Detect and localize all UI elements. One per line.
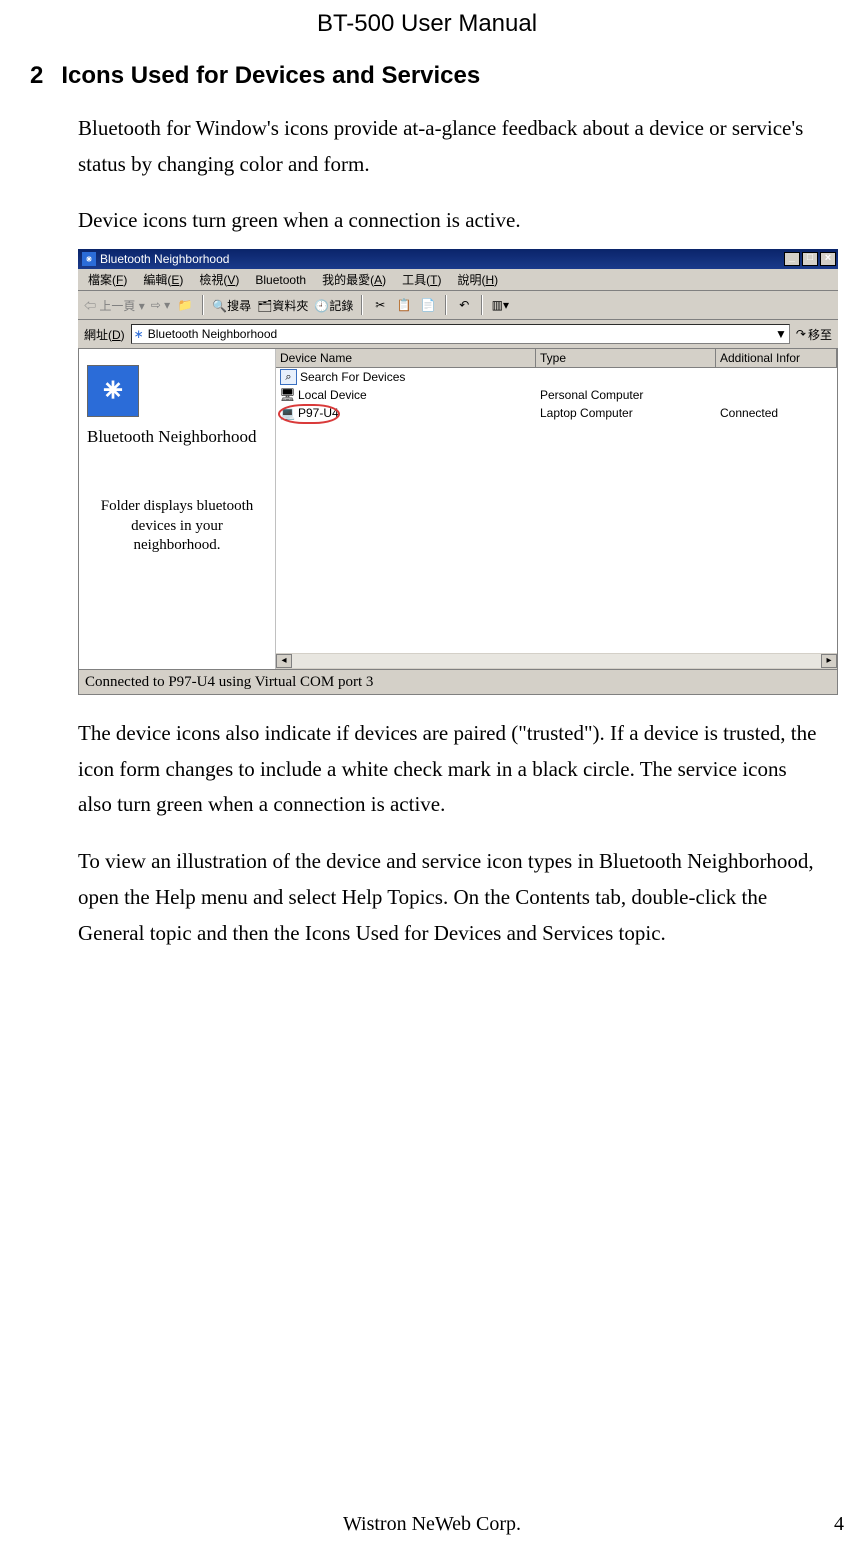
up-folder-icon[interactable]: 📁 [176,296,194,314]
menu-view[interactable]: 檢視(V) [199,271,239,288]
menu-help[interactable]: 說明(H) [457,271,498,288]
column-type[interactable]: Type [536,349,716,367]
column-additional[interactable]: Additional Infor [716,349,837,367]
scroll-left-icon[interactable]: ◂ [276,654,292,668]
paragraph-1: Bluetooth for Window's icons provide at-… [78,111,824,182]
address-value: Bluetooth Neighborhood [148,327,277,341]
footer-company: Wistron NeWeb Corp. [0,1513,864,1536]
menu-favorites[interactable]: 我的最愛(A) [322,271,386,288]
document-title: BT-500 User Manual [30,10,824,38]
paragraph-4: To view an illustration of the device an… [78,844,824,951]
status-bar: Connected to P97-U4 using Virtual COM po… [78,670,838,695]
titlebar[interactable]: ⁕ Bluetooth Neighborhood _ □ × [78,249,838,269]
menu-file[interactable]: 檔案(F) [88,271,127,288]
status-text: Connected to P97-U4 using Virtual COM po… [85,674,373,691]
paste-icon[interactable]: 📄 [419,296,437,314]
side-panel-title: Bluetooth Neighborhood [87,427,267,447]
bluetooth-logo-icon: ⁕ [87,365,139,417]
list-item[interactable]: 🖥Local Device Personal Computer [276,386,837,404]
menu-bluetooth[interactable]: Bluetooth [255,273,306,287]
copy-icon[interactable]: 📋 [395,296,413,314]
paragraph-2: Device icons turn green when a connectio… [78,203,824,239]
search-icon: ⌕ [280,369,297,385]
row-name: Search For Devices [300,370,405,384]
chevron-down-icon[interactable]: ▼ [775,327,787,341]
horizontal-scrollbar[interactable]: ◂ ▸ [276,653,837,669]
screenshot-window: ⁕ Bluetooth Neighborhood _ □ × 檔案(F) 編輯(… [78,249,838,695]
bluetooth-icon: ⁕ [82,252,96,266]
row-addl: Connected [716,406,837,420]
row-name: P97-U4 [298,406,339,420]
side-panel-desc: Folder displays bluetooth devices in you… [87,497,267,556]
minimize-button[interactable]: _ [784,252,800,266]
back-button[interactable]: ⇦ 上一頁 ▾ [84,297,145,314]
toolbar: ⇦ 上一頁 ▾ ⇨ ▾ 📁 🔍搜尋 🗂資料夾 🕘記錄 ✂ 📋 📄 ↶ ▥▾ [78,291,838,320]
undo-icon[interactable]: ↶ [455,296,473,314]
menubar: 檔案(F) 編輯(E) 檢視(V) Bluetooth 我的最愛(A) 工具(T… [78,269,838,291]
paragraph-3: The device icons also indicate if device… [78,716,824,823]
row-type: Laptop Computer [536,406,716,420]
scroll-right-icon[interactable]: ▸ [821,654,837,668]
maximize-button[interactable]: □ [802,252,818,266]
address-input[interactable]: ∗ Bluetooth Neighborhood ▼ [131,324,790,344]
close-button[interactable]: × [820,252,836,266]
row-name: Local Device [298,388,367,402]
address-bar: 網址(D) ∗ Bluetooth Neighborhood ▼ ↷移至 [78,320,838,349]
views-icon[interactable]: ▥▾ [491,296,509,314]
section-number: 2 [30,62,43,90]
folders-button[interactable]: 🗂資料夾 [257,297,308,314]
desktop-icon: 🖥 [280,388,295,402]
cut-icon[interactable]: ✂ [371,296,389,314]
row-type: Personal Computer [536,388,716,402]
menu-tools[interactable]: 工具(T) [402,271,441,288]
side-panel: ⁕ Bluetooth Neighborhood Folder displays… [79,349,276,669]
list-item[interactable]: 💻P97-U4 Laptop Computer Connected [276,404,837,422]
go-button[interactable]: ↷移至 [796,326,832,343]
history-button[interactable]: 🕘記錄 [314,297,353,314]
page-number: 4 [834,1513,844,1536]
section-heading: Icons Used for Devices and Services [61,62,480,90]
device-list: Device Name Type Additional Infor ⌕Searc… [276,349,837,669]
forward-button[interactable]: ⇨ ▾ [151,298,170,312]
laptop-icon: 💻 [280,406,295,420]
search-button[interactable]: 🔍搜尋 [212,297,251,314]
menu-edit[interactable]: 編輯(E) [143,271,183,288]
address-label: 網址(D) [84,326,125,343]
bluetooth-icon: ∗ [134,327,144,341]
column-device-name[interactable]: Device Name [276,349,536,367]
list-item[interactable]: ⌕Search For Devices [276,368,837,386]
window-title: Bluetooth Neighborhood [100,252,784,266]
